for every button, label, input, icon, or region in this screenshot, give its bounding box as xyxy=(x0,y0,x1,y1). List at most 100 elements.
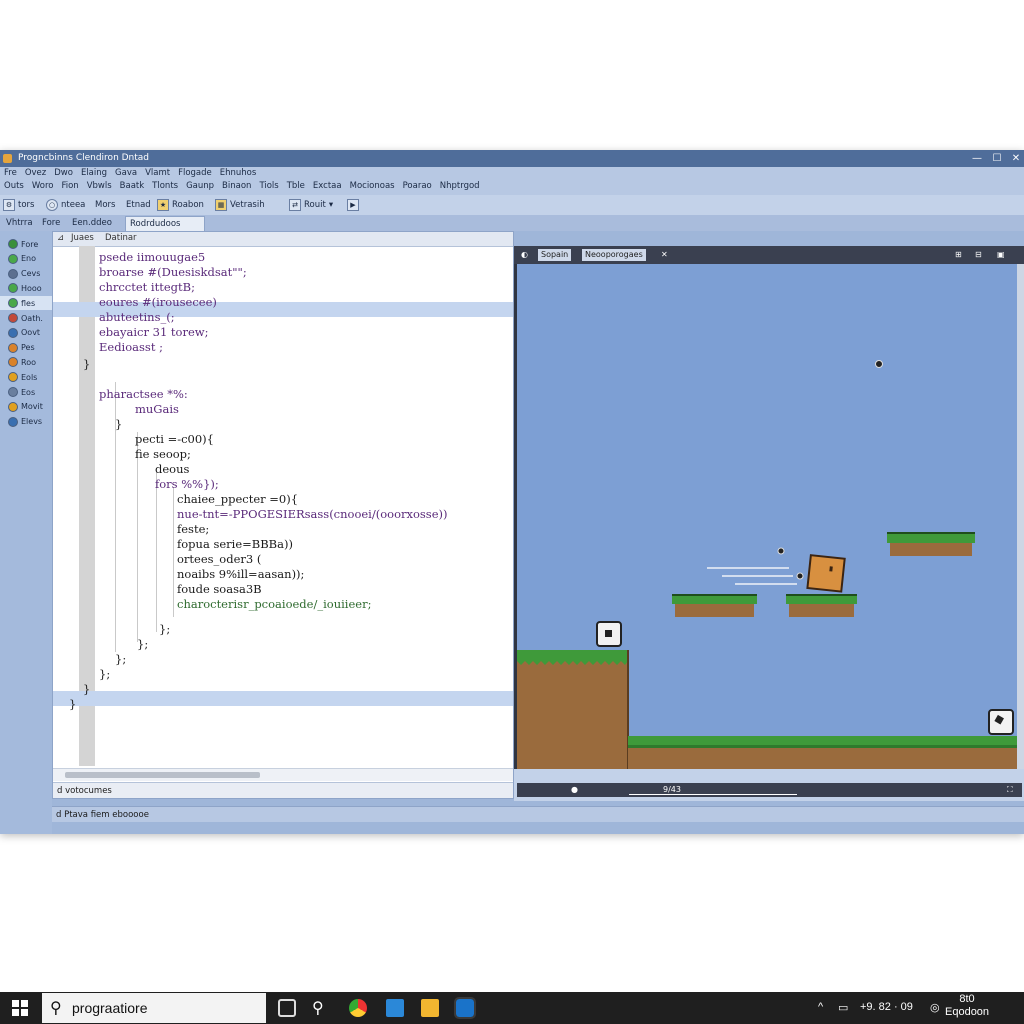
menu-item[interactable]: Vlamt xyxy=(143,168,176,181)
close-button[interactable]: ✕ xyxy=(1009,152,1023,165)
code-line[interactable]: deous xyxy=(155,462,189,476)
menu-item[interactable]: Nhptrgod xyxy=(438,181,486,194)
code-line[interactable]: noaibs 9%ill=aasan)); xyxy=(177,567,304,581)
code-line[interactable]: feste; xyxy=(177,522,209,536)
minimize-button[interactable]: — xyxy=(970,152,984,165)
split-icon[interactable]: ⊟ xyxy=(972,249,985,261)
code-line[interactable]: } xyxy=(69,697,76,711)
horizontal-scrollbar[interactable] xyxy=(53,768,513,781)
sidebar-item[interactable]: Oovt xyxy=(0,326,52,340)
code-line[interactable]: fors %%}); xyxy=(155,477,219,491)
menu-item[interactable]: Fre xyxy=(2,168,23,181)
toolbar-item-vetrasih[interactable]: ▦ Vetrasih xyxy=(215,199,265,211)
toolbar-item-etnad[interactable]: Etnad xyxy=(126,199,151,211)
tab-fore[interactable]: Fore xyxy=(38,216,64,230)
sidebar-item[interactable]: Eno xyxy=(0,252,52,266)
menu-item[interactable]: Fion xyxy=(59,181,84,194)
scrub-marker-icon[interactable]: ● xyxy=(571,783,578,797)
code-line[interactable]: ebayaicr 31 torew; xyxy=(99,325,209,339)
menu-item[interactable]: Baatk xyxy=(118,181,151,194)
code-line[interactable]: Eedioasst ; xyxy=(99,340,163,354)
toolbar-item-roabon[interactable]: ★ Roabon xyxy=(157,199,204,211)
pause-icon[interactable]: ◐ xyxy=(518,249,531,261)
layout-icon[interactable]: ⊞ xyxy=(952,249,965,261)
tab-rodrdudoos[interactable]: Rodrdudoos xyxy=(125,216,205,232)
camera-icon[interactable]: ◎ xyxy=(930,1001,940,1014)
sidebar-item[interactable]: Roo xyxy=(0,355,52,369)
game-tab-sopain[interactable]: Sopain xyxy=(538,249,572,261)
code-line[interactable]: nue-tnt=-PPOGESIERsass(cnooei/(ooorxosse… xyxy=(177,507,447,521)
menu-item[interactable]: Poarao xyxy=(401,181,438,194)
sidebar-item[interactable]: Elevs xyxy=(0,415,52,429)
collapse-icon[interactable]: ⊿ xyxy=(57,233,64,243)
sidebar-item[interactable]: Fore xyxy=(0,237,52,251)
code-line[interactable]: fie seoop; xyxy=(135,447,191,461)
code-line[interactable]: }; xyxy=(159,622,170,636)
menu-item[interactable]: Ovez xyxy=(23,168,52,181)
code-line[interactable]: chaiee_ppecter =0){ xyxy=(177,492,298,506)
menu-item[interactable]: Flogade xyxy=(176,168,218,181)
editor-tab-juaes[interactable]: Juaes xyxy=(71,233,94,243)
menu-item[interactable]: Woro xyxy=(30,181,60,194)
expand-icon[interactable]: ▣ xyxy=(994,249,1008,261)
code-line[interactable]: broarse #(Duesiskdsat""; xyxy=(99,265,247,279)
maximize-button[interactable]: ☐ xyxy=(990,152,1004,165)
code-line[interactable]: muGais xyxy=(135,402,179,416)
title-bar[interactable]: Progncbinns Clendiron Dntad — ☐ ✕ xyxy=(0,150,1024,167)
code-line[interactable]: pecti =-c00){ xyxy=(135,432,214,446)
game-scene[interactable] xyxy=(517,264,1017,769)
code-line[interactable]: chrcctet ittegtB; xyxy=(99,280,195,294)
menu-item[interactable]: Gaunp xyxy=(184,181,220,194)
sidebar-item[interactable]: Eos xyxy=(0,385,52,399)
clock[interactable]: 8t0 Eqodoon xyxy=(945,993,989,1019)
code-line[interactable]: eoures #(irousecee) xyxy=(99,295,217,309)
message-icon[interactable]: ▭ xyxy=(838,1001,848,1014)
taskbar-search[interactable]: ⚲ prograatiore xyxy=(42,993,266,1023)
toolbar-item-tors[interactable]: ⚙ tors xyxy=(3,199,34,211)
menu-item[interactable]: Gava xyxy=(113,168,143,181)
code-line[interactable]: } xyxy=(115,417,122,431)
sidebar-item[interactable]: Oath. xyxy=(0,311,52,325)
menu-item[interactable]: Dwo xyxy=(52,168,79,181)
code-line[interactable]: } xyxy=(83,682,90,696)
chevron-up-icon[interactable]: ^ xyxy=(818,1001,823,1013)
sidebar-item[interactable]: Eols xyxy=(0,370,52,384)
editor-tab-datinar[interactable]: Datinar xyxy=(105,233,137,243)
ide-app-icon[interactable] xyxy=(454,997,476,1019)
search-taskbar-icon[interactable]: ⚲ xyxy=(312,999,330,1017)
menu-item[interactable]: Ehnuhos xyxy=(218,168,263,181)
menu-item[interactable]: Outs xyxy=(2,181,30,194)
menu-item[interactable]: Binaon xyxy=(220,181,257,194)
task-view-icon[interactable] xyxy=(278,999,296,1017)
code-line[interactable]: }; xyxy=(99,667,110,681)
toolbar-item-mors[interactable]: Mors xyxy=(95,199,115,211)
scrollbar-thumb[interactable] xyxy=(65,772,260,778)
sidebar-item[interactable]: Movit xyxy=(0,400,52,414)
chrome-icon[interactable] xyxy=(349,999,367,1017)
toolbar-item-run[interactable]: ▶ xyxy=(347,199,359,211)
menu-item[interactable]: Tiols xyxy=(257,181,284,194)
start-button[interactable] xyxy=(12,1000,28,1016)
game-tab-neooporogaes[interactable]: Neooporogaes xyxy=(582,249,646,261)
menu-item[interactable]: Exctaa xyxy=(311,181,348,194)
sidebar-item[interactable]: fles xyxy=(0,296,52,311)
code-line[interactable]: }; xyxy=(137,637,148,651)
code-line[interactable]: charocterisr_pcoaioede/_iouiieer; xyxy=(177,597,371,611)
code-line[interactable]: ortees_oder3 ( xyxy=(177,552,261,566)
code-line[interactable]: fopua serie=BBBa)) xyxy=(177,537,293,551)
close-tab-icon[interactable]: ✕ xyxy=(658,249,671,261)
fullscreen-icon[interactable]: ⛶ xyxy=(1007,783,1013,797)
menu-item[interactable]: Elaing xyxy=(79,168,113,181)
menu-item[interactable]: Tble xyxy=(285,181,311,194)
code-line[interactable]: }; xyxy=(115,652,126,666)
toolbar-item-nteea[interactable]: ○ nteea xyxy=(46,199,85,211)
code-line[interactable]: foude soasa3B xyxy=(177,582,262,596)
menu-item[interactable]: Mocionoas xyxy=(348,181,401,194)
sidebar-item[interactable]: Hooo xyxy=(0,281,52,295)
code-editor[interactable]: ⊿ Juaes Datinar psede iimouugae5 broarse … xyxy=(52,231,514,799)
toolbar-item-rouit[interactable]: ⇄ Rouit ▾ xyxy=(289,199,333,211)
store-icon[interactable] xyxy=(386,999,404,1017)
menu-item[interactable]: Vbwls xyxy=(85,181,118,194)
code-line[interactable]: pharactsee *%: xyxy=(99,387,188,401)
game-vertical-scrollbar[interactable] xyxy=(1017,264,1024,769)
